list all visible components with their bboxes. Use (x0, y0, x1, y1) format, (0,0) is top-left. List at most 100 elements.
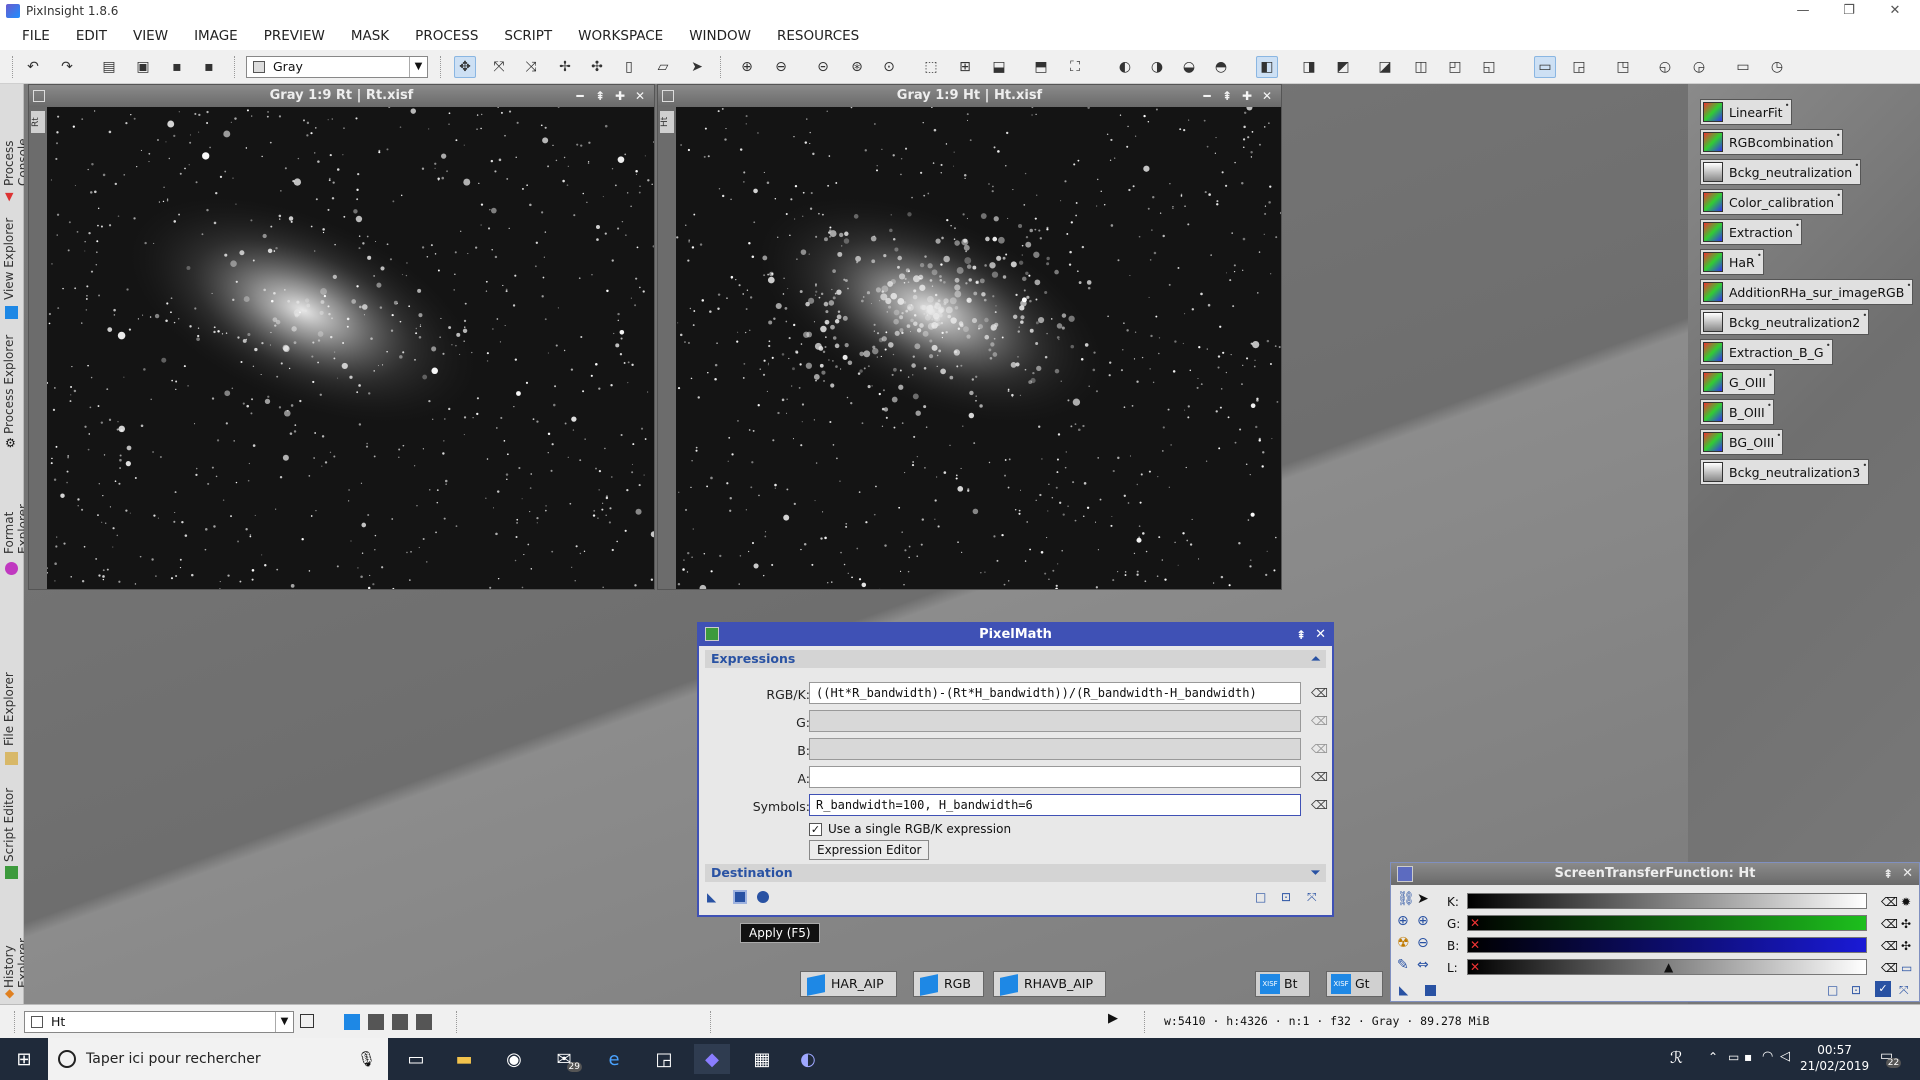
chrome-icon[interactable]: ◉ (496, 1044, 532, 1074)
tab-view-explorer[interactable]: View Explorer (2, 212, 22, 304)
zoom-out-icon[interactable]: ⊖ (770, 56, 792, 78)
close-window-button[interactable]: ✕ (1872, 0, 1918, 22)
expressions-section-header[interactable]: Expressions ⏶ (705, 650, 1326, 668)
process-icon-grip[interactable]: • (1776, 431, 1781, 440)
tab-process-console[interactable]: Process Console (2, 86, 30, 190)
maximize-icon[interactable]: ✚ (1239, 88, 1255, 104)
window-menu-icon[interactable] (662, 90, 674, 102)
file-explorer-icon[interactable]: ▬ (446, 1044, 482, 1074)
shade-icon[interactable]: ⇞ (592, 88, 608, 104)
task-view-icon[interactable]: ▭ (398, 1044, 434, 1074)
monitor-icon[interactable]: ▭ (1732, 56, 1754, 78)
menu-process[interactable]: PROCESS (415, 28, 478, 44)
stf-slider-l[interactable]: ✕ ▲ (1467, 959, 1867, 975)
process-icon-item[interactable]: RGBcombination • (1700, 129, 1843, 155)
battery-icon[interactable]: ▭ (1728, 1050, 1739, 1064)
reset-g-icon[interactable]: ⌫ (1881, 917, 1898, 931)
tray-chevron-icon[interactable]: ⌃ (1708, 1050, 1718, 1064)
stf-auto-icon[interactable]: ◨ (1298, 56, 1320, 78)
volume-icon[interactable]: ◁ (1780, 1049, 1790, 1064)
pan-mode-icon[interactable]: ⤨ (520, 56, 542, 78)
mask-show-icon[interactable]: ◐ (1114, 56, 1136, 78)
pixinsight-icon[interactable]: ◆ (694, 1044, 730, 1074)
single-expression-checkbox[interactable]: ✓ (809, 822, 822, 836)
channel-g-icon[interactable] (392, 1014, 408, 1030)
process-icon-item[interactable]: LinearFit • (1700, 99, 1792, 125)
zoom-out-icon[interactable]: ⊖ (1417, 935, 1429, 951)
menu-mask[interactable]: MASK (351, 28, 389, 44)
process-icon-item[interactable]: HaR • (1700, 249, 1764, 275)
taskbar-search[interactable]: Taper ici pour rechercher 🎙 (48, 1038, 388, 1080)
center-icon[interactable]: ✢ (554, 56, 576, 78)
process-icon-grip[interactable]: • (1785, 101, 1790, 110)
view-options-icon[interactable] (300, 1014, 314, 1028)
process-icon-item[interactable]: Bckg_neutralization2 • (1700, 309, 1870, 335)
rgbk-expression-input[interactable]: ((Ht*R_bandwidth)-(Rt*H_bandwidth))/(R_b… (809, 682, 1301, 704)
undo-icon[interactable]: ↶ (22, 56, 44, 78)
channel-r-icon[interactable] (368, 1014, 384, 1030)
zoom-in-icon[interactable]: ⊕ (736, 56, 758, 78)
process-icon-item[interactable]: Extraction_B_G • (1700, 339, 1833, 365)
menu-resources[interactable]: RESOURCES (777, 28, 859, 44)
process-icon-grip[interactable]: • (1795, 221, 1800, 230)
windows-start-icon[interactable]: ⊞ (6, 1044, 42, 1074)
expression-editor-button[interactable]: Expression Editor (809, 840, 930, 860)
edit-preview-icon[interactable]: ▱ (652, 56, 674, 78)
process-icon-item[interactable]: B_OIII • (1700, 399, 1774, 425)
channel-rgb-icon[interactable] (344, 1014, 360, 1030)
minimized-view-gt[interactable]: XISF Gt (1326, 971, 1383, 997)
tab-script-editor[interactable]: Script Editor (2, 774, 22, 866)
minimize-icon[interactable]: ━ (1199, 88, 1215, 104)
zoom-fit-icon[interactable]: ⊙ (878, 56, 900, 78)
tab-history-explorer[interactable]: History Explorer (2, 892, 30, 992)
apply-icon[interactable] (1425, 985, 1436, 996)
stf-reset-icon[interactable]: ◩ (1332, 56, 1354, 78)
gear-icon[interactable]: ✹ (1901, 895, 1911, 909)
process-icon-grip[interactable]: • (1836, 131, 1841, 140)
drive-icon[interactable]: ▪ (1744, 1050, 1752, 1064)
track-view-icon[interactable]: ⊡ (1281, 890, 1291, 904)
minimize-button[interactable]: — (1780, 0, 1826, 22)
channel-r-icon[interactable]: ◫ (1410, 56, 1432, 78)
target-icon[interactable]: ✣ (1901, 917, 1911, 931)
close-others-icon[interactable]: ◶ (1688, 56, 1710, 78)
channel-g-icon[interactable]: ◰ (1444, 56, 1466, 78)
zoom-mode-icon[interactable]: ⤧ (488, 56, 510, 78)
channel-rgb-icon[interactable]: ◪ (1374, 56, 1396, 78)
stf-slider-k[interactable] (1467, 893, 1867, 909)
fit-window-icon[interactable]: ⬒ (1030, 56, 1052, 78)
mask-remove-icon[interactable]: ◓ (1210, 56, 1232, 78)
target-icon[interactable]: ✣ (1901, 939, 1911, 953)
expand-icon[interactable]: ⏷ (1311, 864, 1320, 882)
reset-icon[interactable]: ⤧ (1307, 890, 1317, 905)
new-image-icon[interactable]: ▤ (98, 56, 120, 78)
channel-b-icon[interactable]: ◱ (1478, 56, 1500, 78)
play-icon[interactable]: ▶ (1108, 1011, 1118, 1026)
save-icon[interactable]: ▪ (166, 56, 188, 78)
toolbar-grip[interactable] (1144, 1011, 1147, 1033)
tab-format-explorer[interactable]: Format Explorer (2, 458, 30, 558)
notification-icon[interactable]: ▭ 22 (1880, 1048, 1902, 1068)
window-menu-icon[interactable] (33, 90, 45, 102)
view-selector[interactable]: Ht ▼ (24, 1011, 294, 1033)
readout-mode-icon[interactable]: ✥ (454, 56, 476, 78)
image-canvas-rt[interactable] (47, 107, 654, 589)
process-icon-item[interactable]: Bckg_neutralization • (1700, 159, 1862, 185)
save-as-icon[interactable]: ▪ (198, 56, 220, 78)
close-all-icon[interactable]: ◵ (1654, 56, 1676, 78)
process-icon-grip[interactable]: • (1862, 461, 1867, 470)
stf-titlebar[interactable]: ScreenTransferFunction: Ht ⇞ ✕ (1391, 863, 1919, 885)
process-icon-grip[interactable]: • (1862, 311, 1867, 320)
zoom-in-icon[interactable]: ⊕ (1417, 913, 1429, 929)
crop-icon[interactable]: ⬚ (920, 56, 942, 78)
clear-icon[interactable]: ⌫ (1311, 686, 1328, 700)
reset-k-icon[interactable]: ⌫ (1881, 895, 1898, 909)
menu-workspace[interactable]: WORKSPACE (578, 28, 663, 44)
app-icon[interactable]: ◲ (646, 1044, 682, 1074)
documentation-icon[interactable]: □ (1827, 983, 1838, 997)
apply-icon[interactable] (733, 890, 747, 904)
symbols-input[interactable]: R_bandwidth=100, H_bandwidth=6 (809, 794, 1301, 816)
menu-script[interactable]: SCRIPT (504, 28, 552, 44)
menu-window[interactable]: WINDOW (689, 28, 751, 44)
process-icon-grip[interactable]: • (1757, 251, 1762, 260)
